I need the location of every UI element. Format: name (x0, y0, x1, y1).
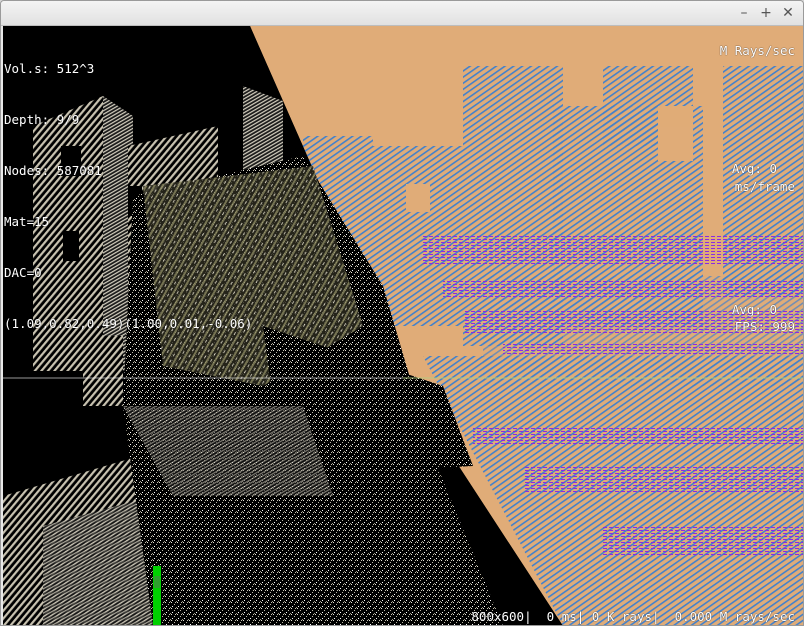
frame-unit: ms/frame (734, 179, 795, 194)
stat-nodes: Nodes: 587081 (4, 163, 102, 178)
app-window: – + ✕ Vol.s: 512^3 Depth: 9/9 Nodes: 587… (0, 0, 804, 626)
rays-label: M Rays/sec (719, 43, 795, 58)
frame-avg: Avg: 0 (731, 161, 777, 176)
stat-dac: DAC=0 (4, 265, 42, 280)
title-bar[interactable]: – + ✕ (1, 1, 803, 26)
stat-material: Mat=15 (4, 214, 50, 229)
stat-depth: Depth: 9/9 (4, 112, 80, 127)
green-bar (153, 566, 161, 625)
status-bar: 800x600| 0 ms| 0 K rays| 0.000 M rays/se… (471, 609, 795, 624)
maximize-icon[interactable]: + (757, 4, 775, 22)
stats-overlay: Vol.s: 512^3 Depth: 9/9 Nodes: 587081 Ma… (4, 26, 252, 366)
close-icon[interactable]: ✕ (779, 4, 797, 22)
render-viewport[interactable]: Vol.s: 512^3 Depth: 9/9 Nodes: 587081 Ma… (3, 26, 803, 625)
fps-value: FPS: 999 (734, 319, 795, 334)
stat-camera: (1.09,0.82,0.49)(1.00,0.01,-0.06) (4, 316, 253, 331)
fps-avg: Avg: 0 (731, 302, 777, 317)
minimize-icon[interactable]: – (735, 4, 753, 22)
stat-volume: Vol.s: 512^3 (4, 61, 95, 76)
